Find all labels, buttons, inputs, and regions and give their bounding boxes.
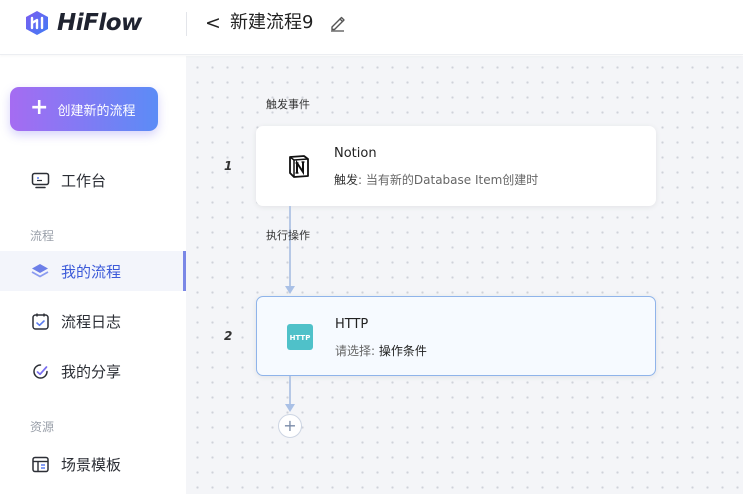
notion-icon — [289, 155, 309, 178]
monitor-icon — [30, 170, 50, 190]
sidebar-item-label: 流程日志 — [61, 312, 122, 331]
arrow-down-icon — [285, 404, 295, 412]
step-key: 请选择 — [335, 344, 372, 358]
step-separator: : — [358, 173, 363, 187]
action-caption: 执行操作 — [266, 229, 310, 242]
step-number: 1 — [224, 159, 233, 173]
section-label-flow: 流程 — [30, 229, 55, 243]
hiflow-logo-icon — [26, 11, 48, 35]
create-flow-button[interactable]: + 创建新的流程 — [10, 87, 158, 131]
sidebar-item-label: 场景模板 — [61, 455, 122, 474]
connector-line — [289, 206, 291, 288]
top-header: HiFlow < 新建流程9 — [0, 0, 743, 55]
arrow-down-icon — [285, 286, 295, 294]
header-divider — [186, 12, 187, 36]
step-description: 请选择: 操作条件 — [335, 342, 427, 359]
flow-title[interactable]: 新建流程9 — [230, 10, 313, 36]
sidebar-item-my-shares[interactable]: 我的分享 — [0, 351, 186, 391]
step-value: 当有新的Database Item创建时 — [365, 173, 539, 187]
section-label-resources: 资源 — [30, 420, 55, 434]
svg-text:HTTP: HTTP — [290, 334, 311, 342]
trigger-step-card[interactable]: Notion 触发: 当有新的Database Item创建时 — [256, 126, 656, 206]
add-step-button[interactable]: + — [278, 414, 302, 438]
create-flow-label: 创建新的流程 — [57, 103, 136, 119]
template-icon — [30, 454, 50, 474]
calendar-check-icon — [30, 311, 50, 331]
logo-text: HiFlow — [57, 10, 142, 36]
back-button[interactable]: < — [205, 10, 223, 36]
step-app-name: Notion — [334, 146, 377, 161]
step-key: 触发 — [334, 173, 359, 187]
sidebar-item-workbench[interactable]: 工作台 — [0, 160, 186, 200]
sidebar-item-label: 我的流程 — [61, 262, 122, 281]
flow-canvas[interactable]: 触发事件 1 Notion 触发: 当有新的Database Item创建时 执… — [186, 56, 743, 494]
step-separator: : — [371, 344, 376, 358]
sidebar-item-label: 工作台 — [61, 171, 107, 190]
edit-icon[interactable] — [329, 14, 346, 32]
connector-line — [289, 376, 291, 406]
step-number: 2 — [224, 329, 233, 343]
sidebar-item-label: 我的分享 — [61, 362, 122, 381]
share-icon — [30, 361, 50, 381]
sidebar-item-flow-logs[interactable]: 流程日志 — [0, 301, 186, 341]
http-icon: HTTP — [287, 324, 313, 350]
logo[interactable]: HiFlow — [24, 9, 142, 37]
action-step-card[interactable]: HTTP HTTP 请选择: 操作条件 — [256, 296, 656, 376]
trigger-caption: 触发事件 — [266, 98, 310, 111]
step-app-name: HTTP — [335, 317, 369, 332]
plus-icon: + — [30, 95, 49, 120]
step-value[interactable]: 操作条件 — [379, 344, 427, 358]
sidebar-item-my-flows[interactable]: 我的流程 — [0, 251, 186, 291]
step-description: 触发: 当有新的Database Item创建时 — [334, 171, 538, 188]
sidebar-item-templates[interactable]: 场景模板 — [0, 444, 186, 484]
sidebar: + 创建新的流程 工作台 流程 我的流程 流程日志 我的分享 资源 场景模板 — [0, 56, 186, 494]
layers-icon — [30, 261, 50, 281]
